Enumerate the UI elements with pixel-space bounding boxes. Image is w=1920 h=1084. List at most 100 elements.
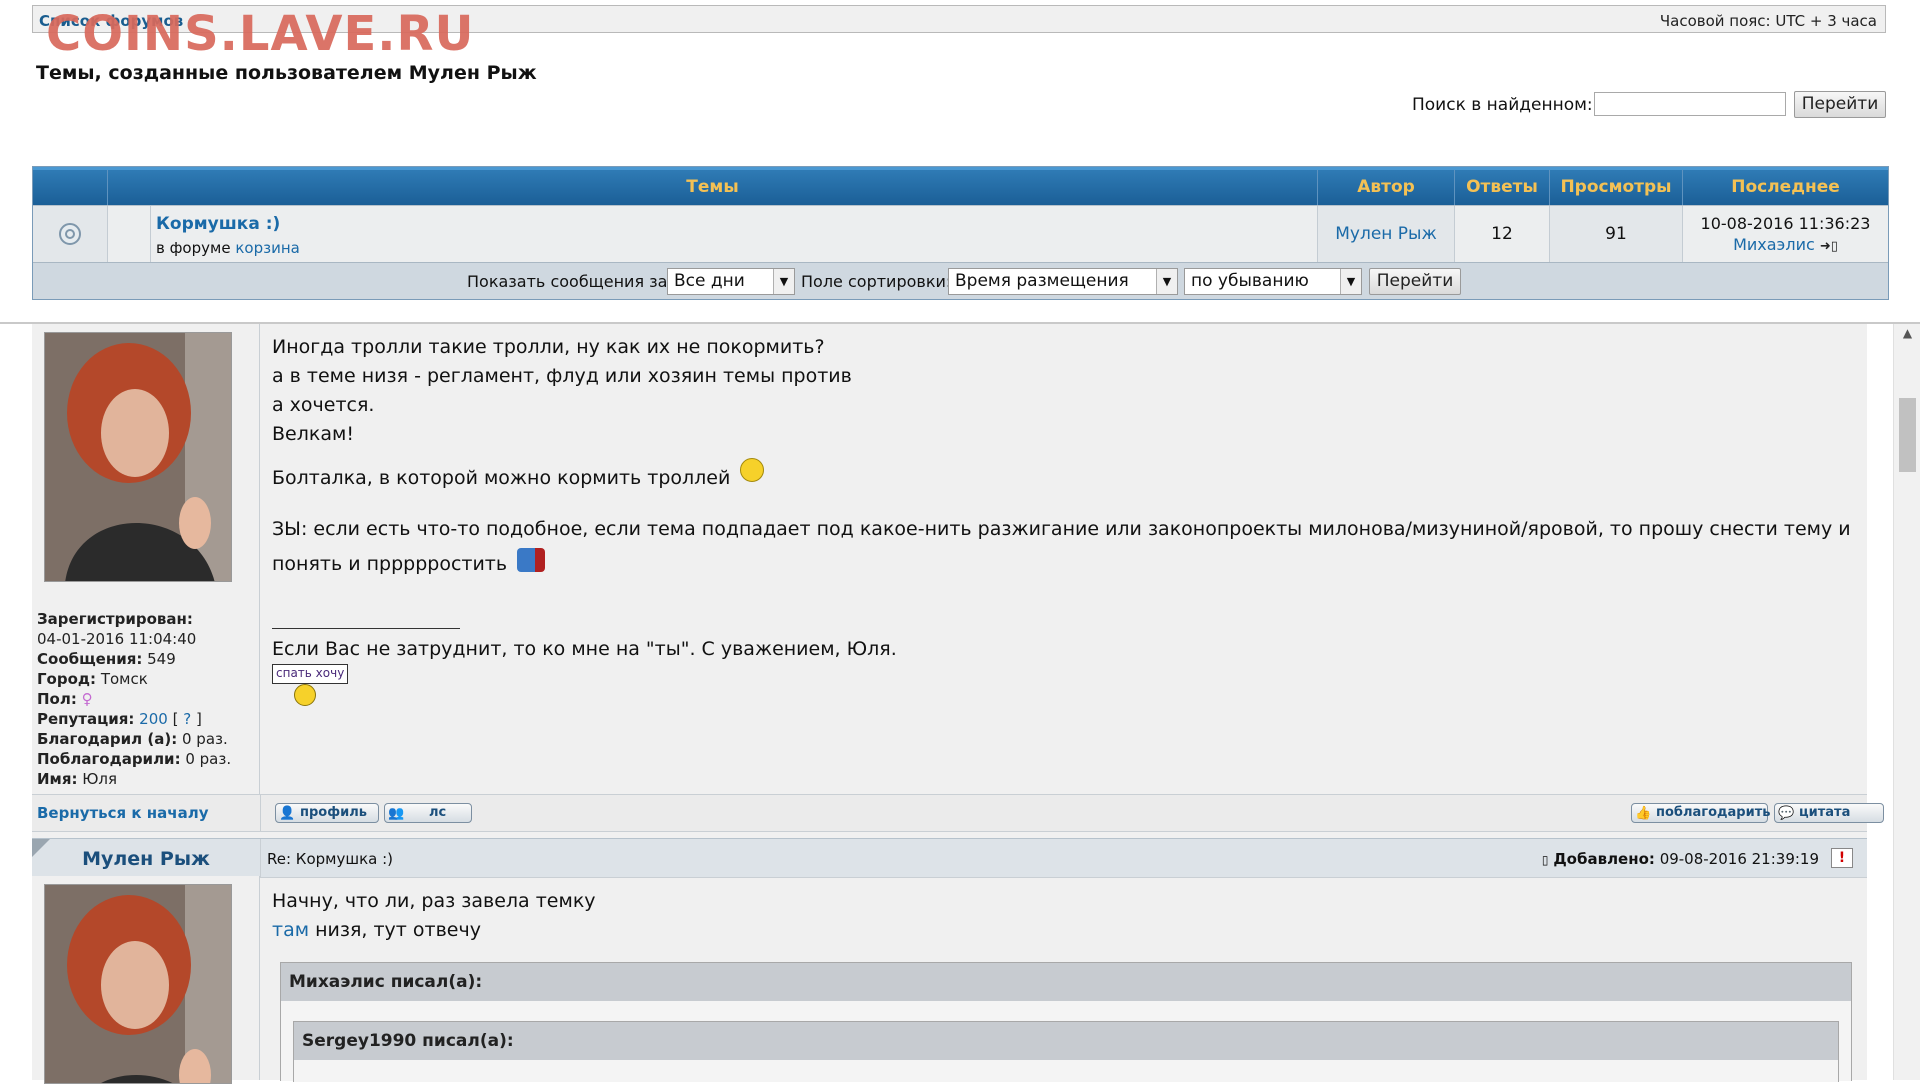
show-select-value: Все дни: [674, 271, 745, 291]
profile-button[interactable]: 👤 профиль: [275, 803, 379, 823]
topic-status-icon: [59, 223, 81, 245]
header-last-post: Последнее сообщение: [1730, 177, 1841, 232]
goto-last-post-icon[interactable]: ➜▯: [1820, 239, 1838, 254]
profile-name: Имя: Юля: [37, 770, 118, 788]
posts-area: Зарегистрирован: 04-01-2016 11:04:40 Соо…: [32, 324, 1884, 1084]
header-replies: Ответы: [1455, 170, 1550, 205]
post1-profile-col: Зарегистрирован: 04-01-2016 11:04:40 Соо…: [32, 324, 260, 794]
timezone-label: Часовой пояс: UTC + 3 часа: [1659, 12, 1877, 30]
header-author: Автор: [1318, 170, 1455, 205]
reputation-link[interactable]: 200: [139, 710, 168, 728]
profile-gender: Пол: ♀: [37, 690, 93, 708]
smile-icon: [740, 458, 765, 482]
sorry-smiley-icon: [517, 548, 546, 572]
female-icon: ♀: [81, 690, 93, 708]
post2-added: ▯ Добавлено: 09-08-2016 21:39:19: [1541, 850, 1819, 868]
profile-city: Город: Томск: [37, 670, 148, 688]
chevron-down-icon: ▼: [1156, 269, 1177, 294]
replies-cell: 12: [1455, 206, 1550, 262]
filter-go-button[interactable]: Перейти: [1369, 268, 1461, 295]
post2-header: Мулен Рыж Re: Кормушка :) ▯ Добавлено: 0…: [32, 838, 1867, 878]
post1-line: Велкам!: [272, 423, 354, 445]
user-icon: 👤: [279, 806, 296, 821]
show-select[interactable]: Все дни ▼: [667, 268, 795, 295]
post1-line: Болталка, в которой можно кормить тролле…: [272, 458, 765, 489]
profile-was-thanked: Поблагодарили: 0 раз.: [37, 750, 232, 768]
topic-icon-cell: [108, 206, 151, 262]
header-topics: Темы: [108, 170, 1318, 205]
speech-bubble-icon: 💬: [1778, 806, 1795, 821]
post1-line: а хочется.: [272, 394, 375, 416]
topics-header-row: Темы Автор Ответы Просмотры Последнее со…: [33, 167, 1888, 232]
post1-line: ЗЫ: если есть что-то подобное, если тема…: [272, 518, 1851, 540]
topic-title-link[interactable]: Кормушка :): [156, 214, 280, 234]
last-post-cell: 10-08-2016 11:36:23 Михаэлис ➜▯: [1683, 206, 1888, 262]
profile-registered-value: 04-01-2016 11:04:40: [37, 630, 197, 648]
thumbs-up-icon: 👍: [1635, 806, 1652, 821]
show-label: Показать сообщения за:: [467, 272, 673, 291]
in-forum-prefix: в форуме: [156, 239, 231, 257]
pm-button[interactable]: 👥 лс: [384, 803, 472, 823]
header-views: Просмотры: [1550, 170, 1683, 205]
sign-badge: спать хочу: [272, 664, 349, 684]
topics-table: Темы Автор Ответы Просмотры Последнее со…: [32, 166, 1889, 300]
scroll-up-icon[interactable]: ▲: [1899, 326, 1916, 340]
order-select[interactable]: по убыванию ▼: [1184, 268, 1362, 295]
avatar[interactable]: [44, 332, 232, 582]
site-watermark: COINS.LAVE.RU: [46, 6, 475, 62]
post1-line: а в теме низя - регламент, флуд или хозя…: [272, 365, 852, 387]
topic-forum-line: в форуме корзина: [156, 239, 300, 257]
topic-status-cell: [33, 206, 108, 262]
search-label: Поиск в найденном:: [1412, 95, 1593, 115]
post1-signature: Если Вас не затруднит, то ко мне на "ты"…: [272, 638, 897, 660]
post2-profile-col: [32, 876, 260, 1084]
profile-reputation: Репутация: 200 [ ? ]: [37, 710, 202, 728]
quote-button[interactable]: 💬 цитата: [1774, 803, 1884, 823]
author-link[interactable]: Мулен Рыж: [1335, 224, 1437, 244]
sort-label: Поле сортировки:: [801, 272, 952, 291]
post2-author[interactable]: Мулен Рыж: [32, 848, 260, 870]
back-to-top-link[interactable]: Вернуться к началу: [37, 804, 208, 822]
quote-box-outer: Михаэлис писал(а): Sergey1990 писал(а):: [280, 962, 1852, 1082]
quote-head: Михаэлис писал(а):: [281, 963, 1851, 1001]
avatar-image: [45, 885, 231, 1083]
last-post-time: 10-08-2016 11:36:23: [1700, 214, 1871, 233]
there-link[interactable]: там: [272, 919, 309, 941]
table-row: Кормушка :) в форуме корзина Мулен Рыж 1…: [33, 205, 1888, 262]
sort-select[interactable]: Время размещения ▼: [948, 268, 1178, 295]
profile-messages: Сообщения: 549: [37, 650, 176, 668]
thank-button[interactable]: 👍 поблагодарить: [1631, 803, 1770, 823]
avatar-image: [45, 333, 231, 581]
sleepy-smiley-icon: [294, 684, 316, 706]
signature-divider: [272, 628, 460, 629]
profile-thanked: Благодарил (а): 0 раз.: [37, 730, 228, 748]
profile-registered: Зарегистрирован:: [37, 610, 193, 628]
search-input[interactable]: [1594, 92, 1786, 116]
quote-box-inner: Sergey1990 писал(а):: [293, 1021, 1839, 1082]
last-post-user[interactable]: Михаэлис: [1733, 235, 1815, 254]
topic-title-cell: Кормушка :) в форуме корзина: [151, 206, 1318, 262]
post-icon: ▯: [1541, 853, 1549, 867]
header-icon-col: [33, 170, 108, 205]
scrollbar-thumb[interactable]: [1899, 398, 1916, 472]
post1-line: понять и пррррростить: [272, 548, 546, 575]
views-cell: 91: [1550, 206, 1683, 262]
report-icon[interactable]: !: [1831, 848, 1853, 868]
page-title: Темы, созданные пользователем Мулен Рыж: [36, 62, 537, 84]
post2-subject: Re: Кормушка :): [267, 850, 393, 868]
post1-line: Иногда тролли такие тролли, ну как их не…: [272, 336, 825, 358]
chevron-down-icon: ▼: [773, 269, 794, 294]
forum-link[interactable]: корзина: [235, 239, 299, 257]
reputation-help-link[interactable]: ?: [183, 710, 191, 728]
avatar[interactable]: [44, 884, 232, 1084]
filter-row: Показать сообщения за: Все дни ▼ Поле со…: [33, 262, 1888, 299]
sort-select-value: Время размещения: [955, 271, 1129, 291]
order-select-value: по убыванию: [1191, 271, 1309, 291]
users-icon: 👥: [388, 806, 405, 821]
post1-footer: Вернуться к началу 👤 профиль 👥 лс 👍 поблаго…: [32, 794, 1884, 832]
search-go-button[interactable]: Перейти: [1794, 91, 1886, 118]
topic-author-cell: Мулен Рыж: [1318, 206, 1455, 262]
quote-head: Sergey1990 писал(а):: [294, 1022, 1838, 1060]
chevron-down-icon: ▼: [1340, 269, 1361, 294]
post2-line1: Начну, что ли, раз завела темку: [272, 890, 596, 912]
